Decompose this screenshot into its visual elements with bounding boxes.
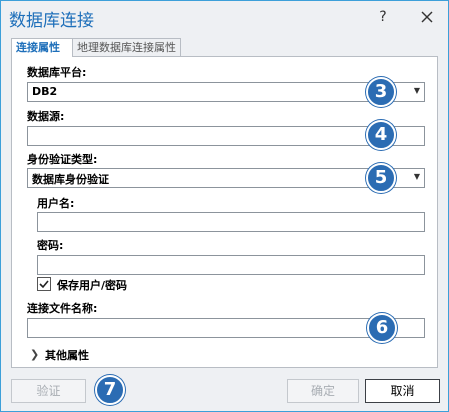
datasource-label: 数据源: (27, 110, 65, 123)
chevron-down-icon: ▼ (413, 172, 420, 181)
database-connection-dialog: 数据库连接 ? 连接属性 地理数据库连接属性 数据库平台: DB2 ▼ 数据源:… (0, 0, 449, 412)
validate-button[interactable]: 验证 (11, 379, 86, 403)
chevron-right-icon[interactable]: ❯ (30, 348, 39, 361)
dialog-title: 数据库连接 (9, 11, 94, 31)
connection-file-name-label: 连接文件名称: (27, 302, 98, 315)
callout-7: 7 (95, 375, 125, 405)
callout-6: 6 (367, 313, 397, 343)
ok-button[interactable]: 确定 (287, 379, 359, 403)
close-button[interactable] (417, 7, 437, 27)
cancel-button[interactable]: 取消 (365, 379, 440, 403)
checkmark-icon (39, 280, 49, 289)
tab-geodatabase-properties[interactable]: 地理数据库连接属性 (73, 38, 181, 56)
save-credentials-checkbox[interactable] (37, 277, 51, 291)
additional-properties-toggle[interactable]: 其他属性 (45, 347, 89, 363)
password-label: 密码: (37, 239, 64, 252)
callout-3: 3 (366, 77, 396, 107)
username-input[interactable] (37, 212, 425, 232)
callout-5: 5 (366, 163, 396, 193)
close-icon (421, 11, 433, 23)
chevron-down-icon: ▼ (413, 86, 420, 95)
auth-type-value: 数据库身份验证 (32, 173, 109, 186)
platform-value: DB2 (32, 85, 58, 98)
save-credentials-label[interactable]: 保存用户/密码 (57, 277, 127, 293)
callout-4: 4 (366, 120, 396, 150)
tab-connection-properties[interactable]: 连接属性 (11, 38, 73, 57)
password-input[interactable] (37, 255, 425, 275)
auth-type-label: 身份验证类型: (27, 153, 98, 166)
username-label: 用户名: (37, 197, 75, 210)
platform-label: 数据库平台: (27, 66, 87, 79)
connection-file-name-input[interactable] (27, 318, 425, 338)
help-button[interactable]: ? (373, 7, 393, 27)
title-bar: 数据库连接 ? (1, 1, 448, 35)
